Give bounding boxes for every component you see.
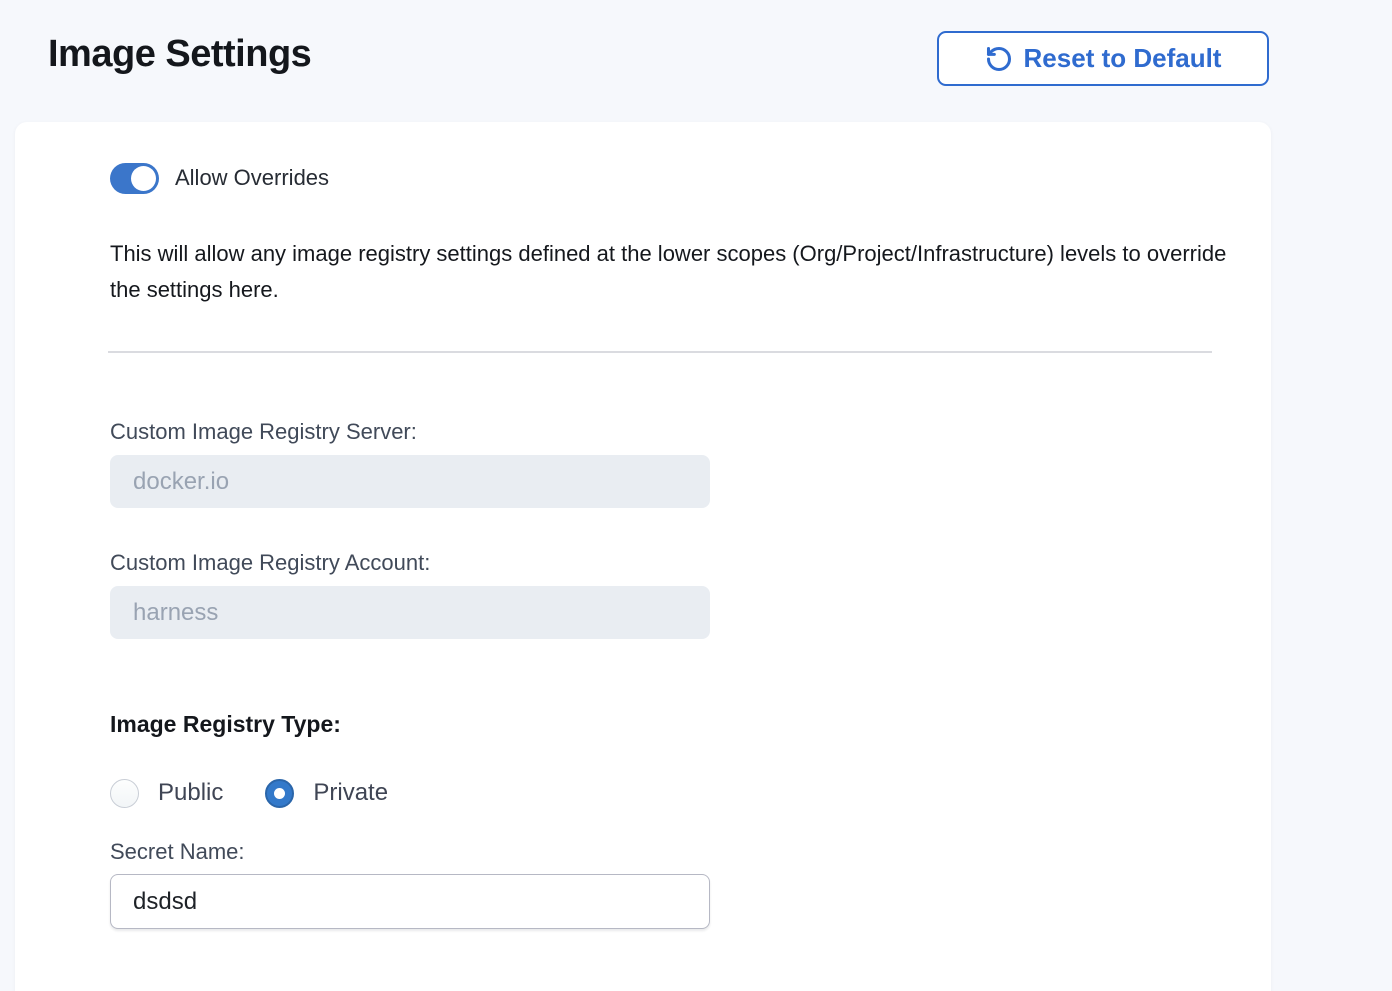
toggle-knob [131,166,156,191]
public-radio-label: Public [158,779,223,807]
registry-account-input [110,586,710,639]
registry-server-label: Custom Image Registry Server: [110,419,1271,445]
secret-name-label: Secret Name: [110,839,1271,865]
allow-overrides-toggle[interactable] [110,163,159,194]
reset-to-default-button[interactable]: Reset to Default [937,31,1269,86]
registry-type-radio-group: Public Private [110,778,1271,808]
divider [108,351,1212,353]
secret-name-input[interactable] [110,874,710,929]
image-settings-panel: Allow Overrides This will allow any imag… [15,122,1271,991]
registry-type-label: Image Registry Type: [110,711,1271,738]
allow-overrides-row: Allow Overrides [110,162,1271,194]
reset-button-label: Reset to Default [1024,43,1222,74]
overrides-description: This will allow any image registry setti… [110,236,1228,308]
page-title: Image Settings [48,33,311,76]
allow-overrides-label: Allow Overrides [175,165,329,191]
private-radio-label: Private [313,779,388,807]
radio-option-public[interactable]: Public [110,779,223,808]
registry-server-input [110,455,710,508]
radio-option-private[interactable]: Private [265,779,388,808]
reset-icon [985,45,1013,73]
private-radio-button[interactable] [265,779,294,808]
public-radio-button[interactable] [110,779,139,808]
registry-account-label: Custom Image Registry Account: [110,550,1271,576]
